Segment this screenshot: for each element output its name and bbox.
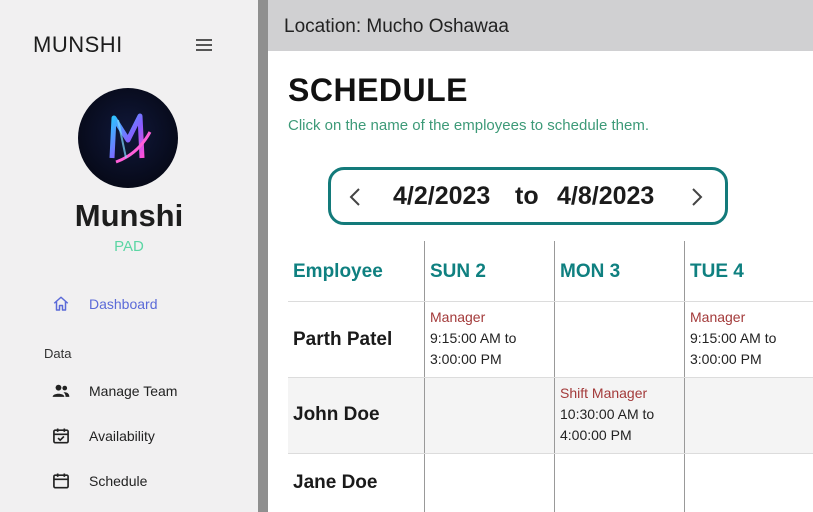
column-header-employee: Employee: [293, 261, 383, 282]
nav-dashboard[interactable]: Dashboard: [50, 290, 158, 318]
calendar-check-icon: [50, 425, 72, 447]
chevron-left-icon[interactable]: [341, 183, 369, 211]
date-separator: to: [515, 182, 539, 210]
topbar: Location: Mucho Oshawaa: [268, 0, 813, 51]
column-header-sun: SUN 2: [430, 261, 486, 282]
employee-name[interactable]: Parth Patel: [293, 329, 392, 351]
shift-role: Manager: [690, 309, 746, 325]
shift-role: Shift Manager: [560, 385, 648, 401]
shift-time-start: 10:30:00 AM to: [560, 406, 655, 422]
people-icon: [50, 380, 72, 402]
calendar-icon: [50, 470, 72, 492]
nav-dashboard-label: Dashboard: [89, 296, 158, 312]
nav-schedule[interactable]: Schedule: [50, 467, 147, 495]
row-divider: [288, 453, 813, 454]
menu-icon[interactable]: [196, 39, 212, 51]
shift-cell[interactable]: Manager 9:15:00 AM to 3:00:00 PM: [690, 307, 776, 370]
shift-time-end: 3:00:00 PM: [430, 351, 502, 367]
schedule-table: Employee SUN 2 MON 3 TUE 4 Parth Patel M…: [288, 241, 813, 512]
brand-title: MUNSHI: [33, 32, 123, 57]
shift-role: Manager: [430, 309, 486, 325]
employee-name[interactable]: John Doe: [293, 404, 380, 426]
date-end: 4/8/2023: [557, 182, 655, 210]
column-header-tue: TUE 4: [690, 261, 744, 282]
location-label: Location: Mucho Oshawaa: [284, 16, 509, 37]
shift-time-start: 9:15:00 AM to: [690, 330, 777, 346]
shift-cell[interactable]: Manager 9:15:00 AM to 3:00:00 PM: [430, 307, 516, 370]
profile-role: PAD: [114, 238, 144, 255]
page-title: SCHEDULE: [288, 72, 469, 108]
shift-cell[interactable]: Shift Manager 10:30:00 AM to 4:00:00 PM: [560, 383, 654, 446]
section-label-data: Data: [44, 346, 72, 361]
chevron-right-icon[interactable]: [683, 183, 711, 211]
date-range-selector: 4/2/2023 to 4/8/2023: [328, 167, 728, 225]
nav-availability[interactable]: Availability: [50, 422, 155, 450]
nav-availability-label: Availability: [89, 428, 155, 444]
page-subtitle: Click on the name of the employees to sc…: [288, 117, 650, 134]
shift-time-start: 9:15:00 AM to: [430, 330, 517, 346]
column-header-mon: MON 3: [560, 261, 621, 282]
date-start: 4/2/2023: [393, 182, 491, 210]
nav-schedule-label: Schedule: [89, 473, 148, 489]
sidebar-scrollbar[interactable]: [258, 0, 268, 512]
shift-time-end: 4:00:00 PM: [560, 427, 632, 443]
avatar: [78, 88, 178, 188]
row-divider: [288, 301, 813, 302]
nav-manage-team[interactable]: Manage Team: [50, 377, 177, 405]
profile-name: Munshi: [74, 198, 184, 233]
home-icon: [50, 293, 72, 315]
sidebar: MUNSHI Munshi PAD Dashboard Data Manage …: [0, 0, 258, 512]
employee-name[interactable]: Jane Doe: [293, 472, 377, 494]
nav-manage-team-label: Manage Team: [89, 383, 178, 399]
row-divider: [288, 377, 813, 378]
shift-time-end: 3:00:00 PM: [690, 351, 762, 367]
